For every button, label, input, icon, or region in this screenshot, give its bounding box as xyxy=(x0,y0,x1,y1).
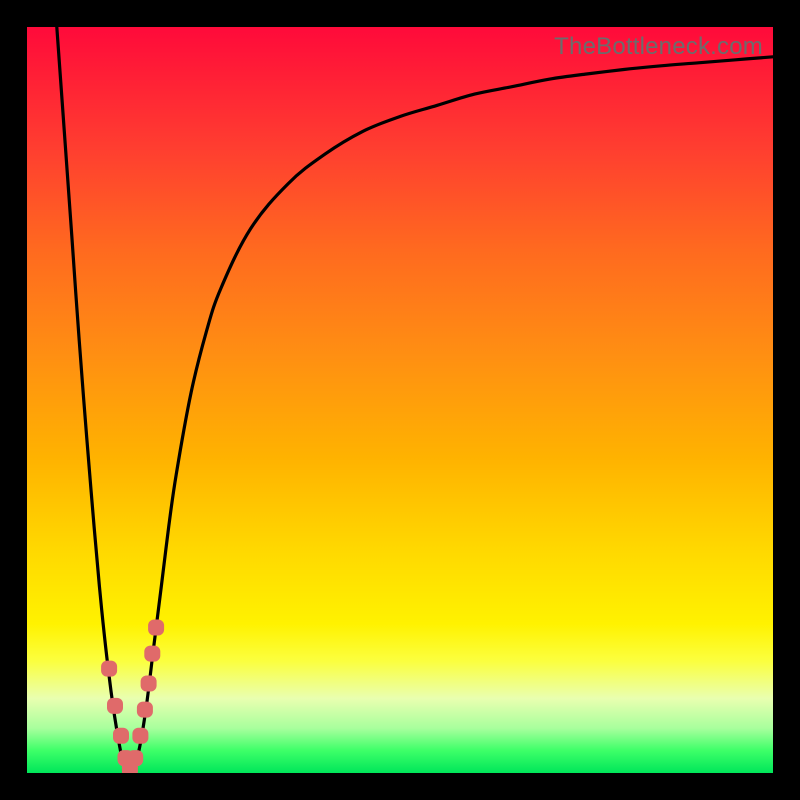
chart-frame: TheBottleneck.com xyxy=(0,0,800,800)
bottleneck-curve xyxy=(57,27,773,773)
chart-svg xyxy=(27,27,773,773)
data-marker xyxy=(148,620,164,636)
data-marker xyxy=(101,661,117,677)
data-marker xyxy=(144,646,160,662)
data-marker xyxy=(141,676,157,692)
data-marker xyxy=(137,702,153,718)
data-marker xyxy=(132,728,148,744)
data-marker xyxy=(127,750,143,766)
plot-area: TheBottleneck.com xyxy=(27,27,773,773)
data-marker xyxy=(113,728,129,744)
data-marker xyxy=(107,698,123,714)
